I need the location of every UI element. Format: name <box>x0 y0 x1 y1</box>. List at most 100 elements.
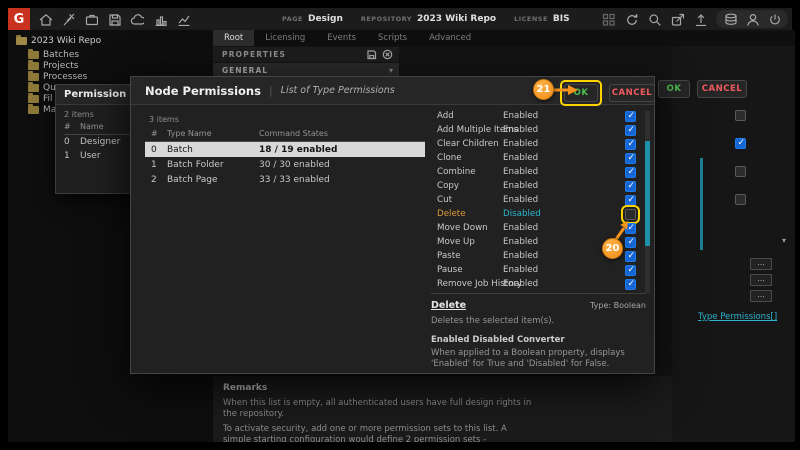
tree-item-projects[interactable]: Projects <box>28 61 78 71</box>
folder-icon <box>28 95 39 103</box>
type-list-count: 3 items <box>149 115 425 124</box>
user-icon[interactable] <box>745 12 759 26</box>
command-row-move-down[interactable]: Move DownEnabled <box>431 221 641 235</box>
page-value[interactable]: Design <box>308 14 343 24</box>
line-chart-icon[interactable] <box>176 12 190 26</box>
command-row-remove-job-history[interactable]: Remove Job HistoryEnabled <box>431 277 641 291</box>
tab-root[interactable]: Root <box>213 30 254 46</box>
command-row-add[interactable]: AddEnabled <box>431 109 641 123</box>
tree-root-2023-wiki-repo[interactable]: 2023 Wiki Repo <box>16 36 101 46</box>
command-row-clone[interactable]: CloneEnabled <box>431 151 641 165</box>
row-num: 1 <box>64 151 80 161</box>
ellipsis-button[interactable]: ... <box>750 258 772 270</box>
property-checkbox[interactable] <box>735 138 746 149</box>
dialog-ok-button[interactable]: OK <box>564 84 598 102</box>
scrollbar-thumb[interactable] <box>645 141 650 246</box>
tree-item-files[interactable]: Fil <box>28 94 53 104</box>
command-checkbox[interactable] <box>625 139 636 150</box>
right-panel-scrollbar[interactable] <box>700 158 703 250</box>
delete-command-checkbox[interactable] <box>625 209 636 220</box>
type-row-batch-folder[interactable]: 1 Batch Folder 30 / 30 enabled <box>145 157 425 172</box>
command-row-add-multiple-items[interactable]: Add Multiple ItemsEnabled <box>431 123 641 137</box>
command-checkbox[interactable] <box>625 111 636 122</box>
app-logo[interactable]: G <box>8 8 30 30</box>
dropdown-chevron-icon[interactable]: ▾ <box>782 236 786 245</box>
command-checkbox[interactable] <box>625 251 636 262</box>
command-name: Move Down <box>431 223 503 233</box>
tree-item-batches[interactable]: Batches <box>28 50 79 60</box>
command-checkbox[interactable] <box>625 181 636 192</box>
tree-item-label: Fil <box>43 94 53 104</box>
command-row-cut[interactable]: CutEnabled <box>431 193 641 207</box>
command-row-combine[interactable]: CombineEnabled <box>431 165 641 179</box>
column-command-states: Command States <box>259 129 425 141</box>
folder-icon <box>28 51 39 59</box>
type-num: 0 <box>145 145 167 155</box>
command-checkbox[interactable] <box>625 279 636 290</box>
command-row-copy[interactable]: CopyEnabled <box>431 179 641 193</box>
ellipsis-button[interactable]: ... <box>750 290 772 302</box>
property-checkbox[interactable] <box>735 194 746 205</box>
command-row-pause[interactable]: PauseEnabled <box>431 263 641 277</box>
share-icon[interactable] <box>670 12 684 26</box>
command-checkbox[interactable] <box>625 195 636 206</box>
briefcase-icon[interactable] <box>84 12 98 26</box>
node-permissions-title-bar: Node Permissions | List of Type Permissi… <box>131 77 654 105</box>
home-icon[interactable] <box>38 12 52 26</box>
upload-icon[interactable] <box>693 12 707 26</box>
property-checkbox[interactable] <box>735 166 746 177</box>
tree-item-processes[interactable]: Processes <box>28 72 87 82</box>
command-row-clear-children[interactable]: Clear ChildrenEnabled <box>431 137 641 151</box>
type-permissions-link[interactable]: Type Permissions[] <box>698 312 777 322</box>
chevron-down-icon[interactable]: ▾ <box>389 66 399 75</box>
repository-value[interactable]: 2023 Wiki Repo <box>417 14 496 24</box>
tab-events[interactable]: Events <box>316 30 367 46</box>
command-checkbox[interactable] <box>625 223 636 234</box>
session-icon-group <box>716 10 788 28</box>
window-cancel-button[interactable]: CANCEL <box>697 80 747 98</box>
type-row-batch-page[interactable]: 2 Batch Page 33 / 33 enabled <box>145 172 425 187</box>
ellipsis-button[interactable]: ... <box>750 274 772 286</box>
command-checkbox[interactable] <box>625 125 636 136</box>
tab-scripts[interactable]: Scripts <box>367 30 418 46</box>
command-checkbox[interactable] <box>625 153 636 164</box>
search-icon[interactable] <box>647 12 661 26</box>
tab-advanced[interactable]: Advanced <box>418 30 482 46</box>
type-states: 33 / 33 enabled <box>259 175 425 185</box>
tree-item-queues[interactable]: Qu <box>28 83 56 93</box>
command-list-scrollbar[interactable] <box>645 111 650 293</box>
window-ok-button[interactable]: OK <box>658 80 690 98</box>
bar-chart-icon[interactable] <box>153 12 167 26</box>
tools-icon[interactable] <box>61 12 75 26</box>
general-section-header[interactable]: GENERAL ▾ <box>213 63 399 77</box>
type-row-batch[interactable]: 0 Batch 18 / 19 enabled <box>145 142 425 157</box>
command-name: Clone <box>431 153 503 163</box>
command-state: Enabled <box>503 223 625 233</box>
command-checkbox[interactable] <box>625 265 636 276</box>
command-checkbox[interactable] <box>625 237 636 248</box>
refresh-icon[interactable] <box>624 12 638 26</box>
tab-licensing[interactable]: Licensing <box>254 30 316 46</box>
type-num: 1 <box>145 160 167 170</box>
apps-grid-icon[interactable] <box>601 12 615 26</box>
node-permissions-dialog: Node Permissions | List of Type Permissi… <box>130 76 655 374</box>
column-num: # <box>145 129 167 141</box>
tree-item-label: Processes <box>43 72 87 82</box>
layers-icon[interactable] <box>723 12 737 26</box>
command-name: Remove Job History <box>431 279 503 289</box>
save-icon[interactable] <box>107 12 121 26</box>
command-name: Move Up <box>431 237 503 247</box>
save-properties-icon[interactable] <box>366 49 377 60</box>
dialog-cancel-button[interactable]: CANCEL <box>609 84 655 102</box>
license-value[interactable]: BIS <box>553 14 570 24</box>
tree-item-ma[interactable]: Ma <box>28 105 56 115</box>
command-row-delete[interactable]: DeleteDisabled <box>431 207 641 221</box>
cloud-icon[interactable] <box>130 12 144 26</box>
command-name: Pause <box>431 265 503 275</box>
power-icon[interactable] <box>767 12 781 26</box>
tree-item-label: Batches <box>43 50 79 60</box>
property-checkbox[interactable] <box>735 110 746 121</box>
step-badge-21: 21 <box>533 79 554 100</box>
command-checkbox[interactable] <box>625 167 636 178</box>
close-properties-icon[interactable] <box>382 49 393 60</box>
